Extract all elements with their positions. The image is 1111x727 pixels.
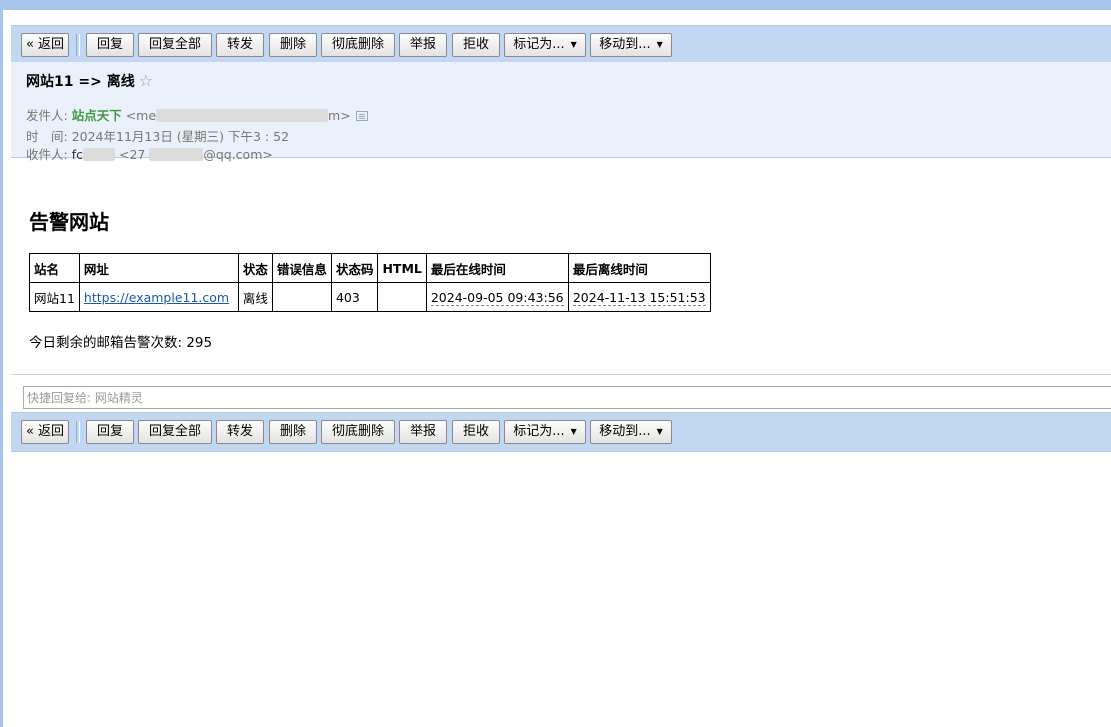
reply-all-button[interactable]: 回复全部: [138, 420, 212, 444]
alert-table: 站名 网址 状态 错误信息 状态码 HTML 最后在线时间 最后离线时间 网站1…: [29, 253, 711, 312]
forward-button[interactable]: 转发: [216, 420, 264, 444]
mail-body-title: 告警网站: [29, 210, 109, 234]
recipient-email-end: @qq.com>: [203, 147, 273, 162]
move-to-label: 移动到...: [599, 37, 651, 52]
bottom-toolbar: « 返回 回复 回复全部 转发 删除 彻底删除 举报 拒收 标记为... ▼ 移动…: [11, 412, 1111, 452]
delete-button[interactable]: 删除: [269, 420, 317, 444]
move-to-label: 移动到...: [599, 424, 651, 439]
last-offline-time: 2024-11-13 15:51:53: [572, 289, 706, 306]
contact-card-icon[interactable]: [355, 111, 368, 121]
table-row: 网站11 https://example11.com 离线 403 2024-0…: [29, 282, 711, 312]
url-cell: https://example11.com: [78, 282, 239, 312]
remaining-alert-count: 今日剩余的邮箱告警次数: 295: [29, 335, 213, 351]
reply-button[interactable]: 回复: [86, 420, 134, 444]
divider: [11, 374, 1111, 375]
status-cell: 离线: [237, 282, 273, 312]
last-online-time: 2024-09-05 09:43:56: [430, 289, 564, 306]
top-toolbar: « 返回 回复 回复全部 转发 删除 彻底删除 举报 拒收 标记为... ▼ 移动…: [11, 25, 1111, 65]
recipient-label: 收件人:: [26, 147, 68, 162]
back-button[interactable]: « 返回: [21, 420, 69, 444]
sender-name[interactable]: 站点天下: [72, 108, 122, 123]
mail-subject: 网站11 => 离线 ☆: [26, 71, 153, 91]
toolbar-separator: [76, 34, 80, 56]
column-header: 错误信息: [271, 253, 332, 283]
site-url-link[interactable]: https://example11.com: [84, 290, 229, 305]
last-offline-cell: 2024-11-13 15:51:53: [567, 282, 711, 312]
quick-reply-input[interactable]: [23, 386, 1111, 409]
report-button[interactable]: 举报: [399, 420, 447, 444]
reject-button[interactable]: 拒收: [452, 33, 500, 57]
chevron-down-icon: ▼: [570, 427, 577, 436]
column-header: 最后在线时间: [425, 253, 569, 283]
recipient-email-start: <27: [118, 147, 146, 162]
mail-header: 网站11 => 离线 ☆ 发件人: 站点天下 <me m> 时 间: 2024年11…: [11, 62, 1111, 162]
mark-as-dropdown[interactable]: 标记为... ▼: [504, 33, 586, 57]
forward-button[interactable]: 转发: [216, 33, 264, 57]
html-cell: [377, 282, 427, 312]
mark-as-dropdown[interactable]: 标记为... ▼: [504, 420, 586, 444]
last-online-cell: 2024-09-05 09:43:56: [425, 282, 569, 312]
reply-all-button[interactable]: 回复全部: [138, 33, 212, 57]
time-label: 时 间:: [26, 129, 68, 144]
time-value: 2024年11月13日 (星期三) 下午3 : 52: [71, 129, 290, 144]
mail-window: « 返回 回复 回复全部 转发 删除 彻底删除 举报 拒收 标记为... ▼ 移动…: [0, 0, 1111, 727]
site-name-cell: 网站11: [29, 282, 80, 312]
column-header: 状态码: [330, 253, 379, 283]
move-to-dropdown[interactable]: 移动到... ▼: [590, 420, 672, 444]
recipient-name: fc: [71, 147, 83, 162]
column-header: 最后离线时间: [567, 253, 711, 283]
delete-permanently-button[interactable]: 彻底删除: [321, 33, 395, 57]
delete-button[interactable]: 删除: [269, 33, 317, 57]
sender-email-start: <me: [125, 108, 157, 123]
table-header-row: 站名 网址 状态 错误信息 状态码 HTML 最后在线时间 最后离线时间: [29, 253, 711, 283]
redacted-block: [149, 148, 204, 161]
redacted-block: [82, 148, 115, 161]
column-header: 网址: [78, 253, 239, 283]
chevron-down-icon: ▼: [570, 40, 577, 49]
subject-text: 网站11 => 离线: [26, 74, 135, 90]
toolbar-separator: [76, 421, 80, 443]
status-code-cell: 403: [330, 282, 379, 312]
redacted-block: [156, 109, 329, 122]
sender-row: 发件人: 站点天下 <me m>: [26, 105, 368, 124]
error-cell: [271, 282, 332, 312]
time-row: 时 间: 2024年11月13日 (星期三) 下午3 : 52: [26, 126, 289, 145]
report-button[interactable]: 举报: [399, 33, 447, 57]
column-header: HTML: [377, 253, 427, 283]
back-button[interactable]: « 返回: [21, 33, 69, 57]
chevron-down-icon: ▼: [656, 427, 663, 436]
chevron-down-icon: ▼: [656, 40, 663, 49]
column-header: 状态: [237, 253, 273, 283]
star-icon[interactable]: ☆: [139, 71, 153, 90]
reject-button[interactable]: 拒收: [452, 420, 500, 444]
reply-button[interactable]: 回复: [86, 33, 134, 57]
column-header: 站名: [29, 253, 80, 283]
mark-as-label: 标记为...: [513, 37, 565, 52]
sender-label: 发件人:: [26, 108, 68, 123]
recipient-row: 收件人: fc <27 @qq.com>: [26, 144, 273, 163]
move-to-dropdown[interactable]: 移动到... ▼: [590, 33, 672, 57]
delete-permanently-button[interactable]: 彻底删除: [321, 420, 395, 444]
mark-as-label: 标记为...: [513, 424, 565, 439]
sender-email-end: m>: [328, 108, 351, 123]
